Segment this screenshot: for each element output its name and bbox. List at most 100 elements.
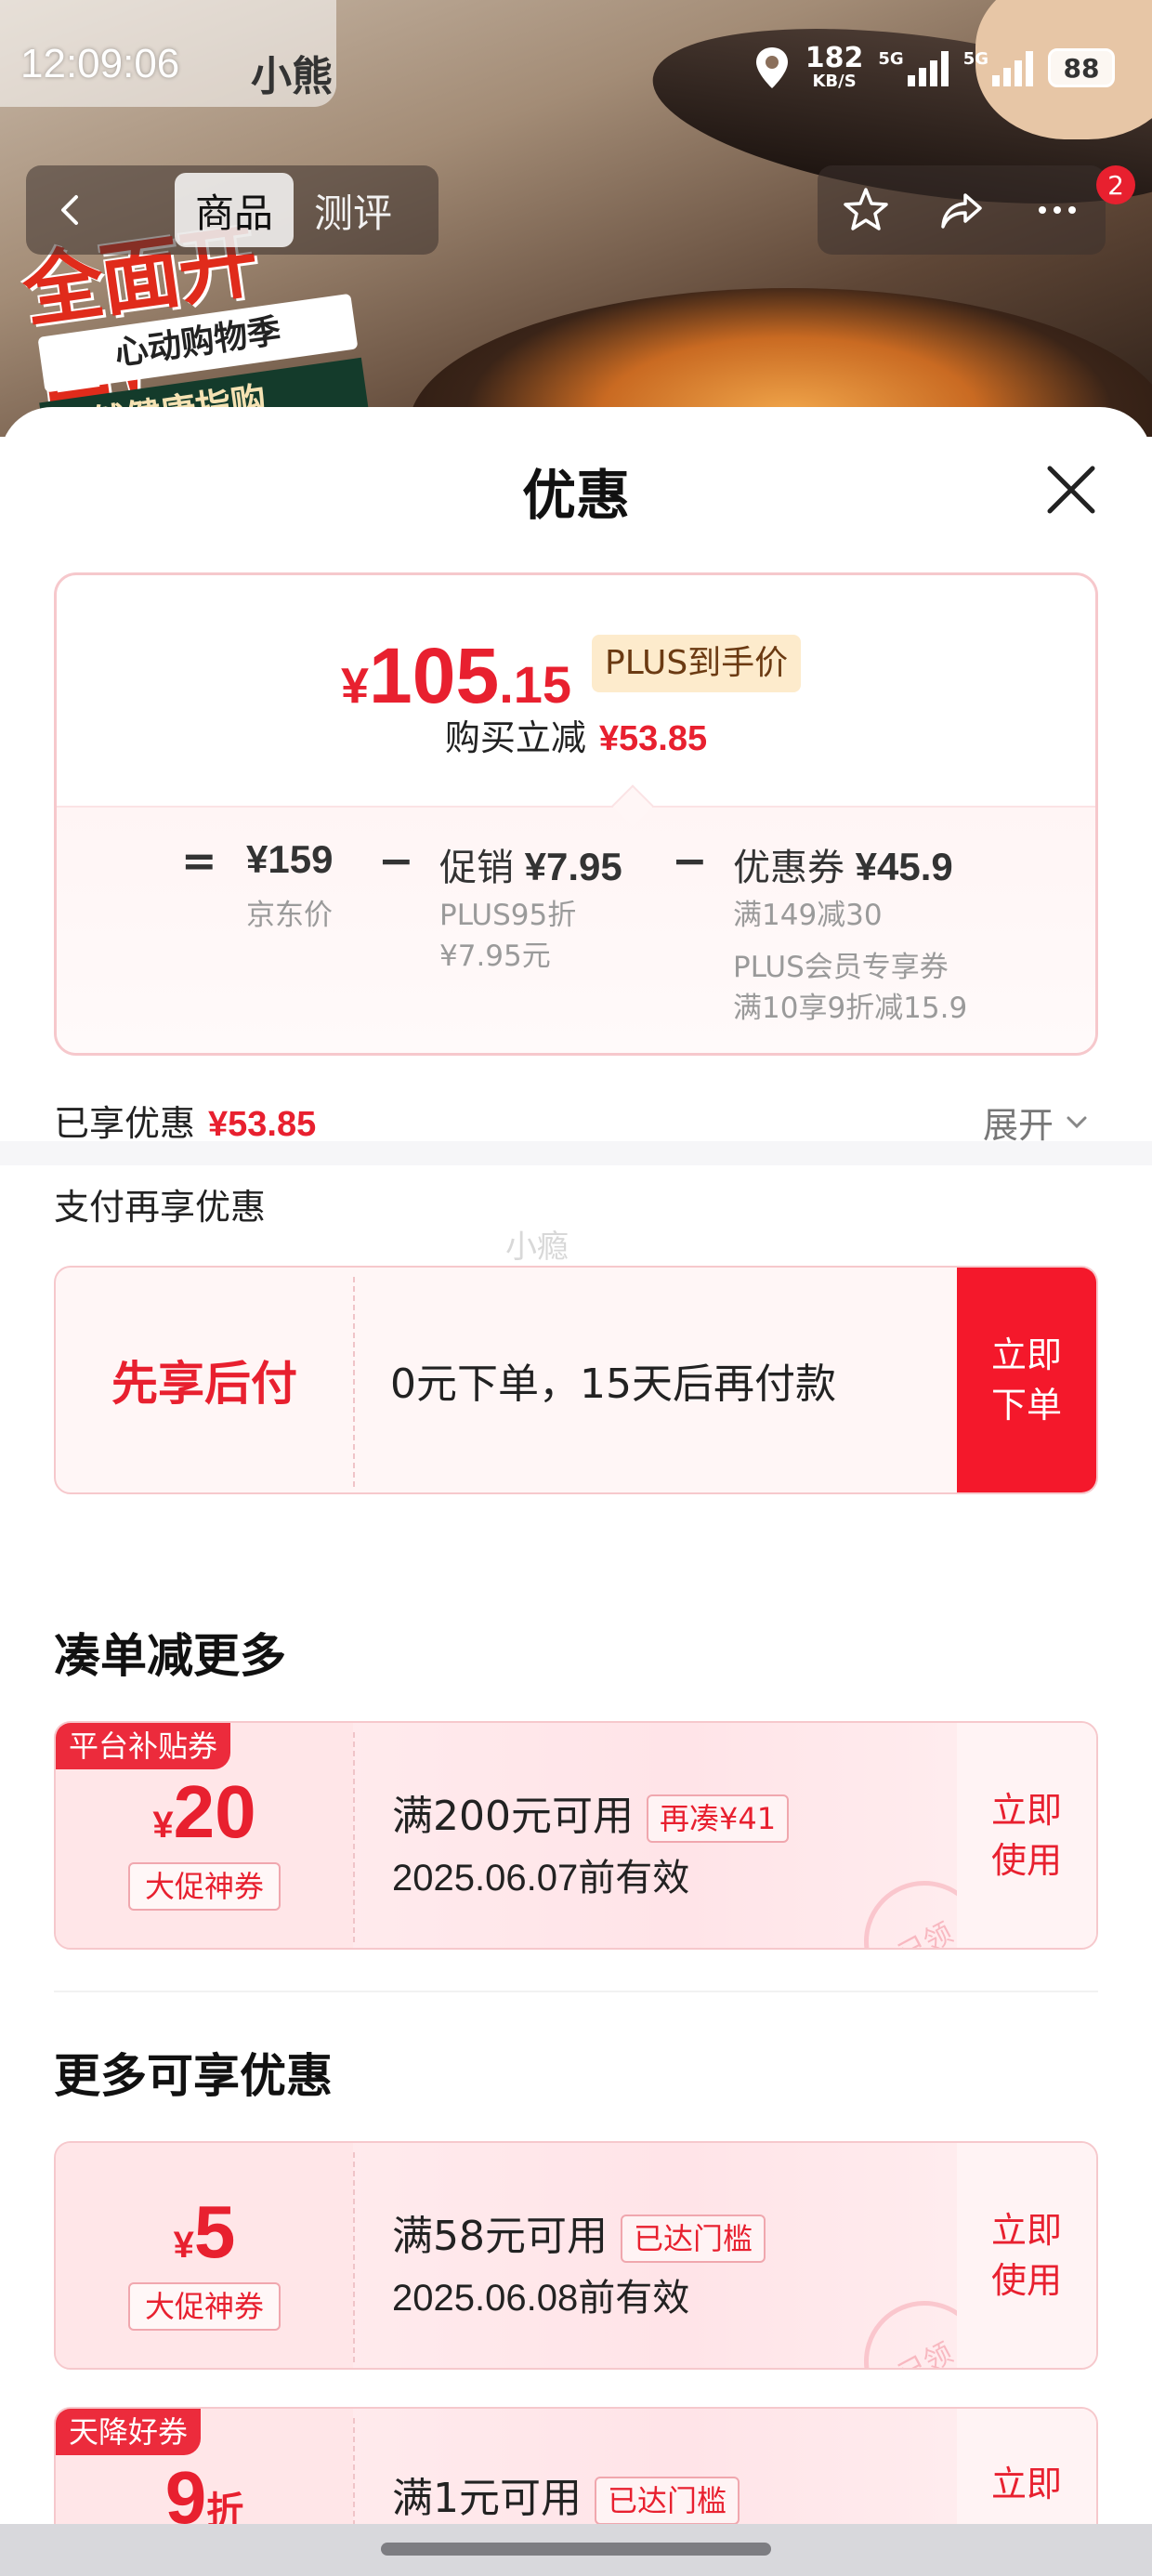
more-icon[interactable]: [1031, 184, 1083, 236]
chevron-down-icon: [1067, 1116, 1087, 1128]
coupon-value: 5: [193, 2190, 236, 2273]
expand-button[interactable]: 展开: [983, 1097, 1091, 1148]
home-indicator[interactable]: [381, 2543, 771, 2556]
instant-discount: 购买立减 ¥53.85: [57, 709, 1095, 760]
price-decimal: .15: [499, 655, 572, 714]
jd-price-label: 京东价: [246, 899, 333, 932]
battery-icon: 88: [1048, 48, 1115, 87]
order-now-line2: 下单: [990, 1385, 1062, 1426]
price-breakdown-card: ¥105.15 PLUS到手价 购买立减 ¥53.85 = ¥159 京东价 − …: [54, 572, 1098, 1056]
star-icon[interactable]: [840, 184, 892, 236]
use-now-button[interactable]: 立即 使用: [957, 2143, 1096, 2368]
plus-price-tag: PLUS到手价: [592, 635, 802, 692]
currency-symbol: ¥: [341, 658, 370, 714]
coupon-expiry: 2025.06.07前有效: [392, 1858, 690, 1899]
coupon-condition: 满200元可用 再凑¥41: [392, 1782, 790, 1843]
tab-product[interactable]: 商品: [175, 173, 295, 247]
net-type-1: 5G: [878, 49, 904, 69]
promo-discount: 促销 ¥7.95: [439, 837, 622, 891]
status-bar: 12:09:06 小熊 182 KB/S 5G 5G 88: [0, 0, 1152, 139]
coupon-condition: 满1元可用 已达门槛: [392, 2464, 740, 2525]
coupon-currency: ¥: [152, 1805, 174, 1846]
coupon-expiry: 2025.06.08前有效: [392, 2278, 690, 2319]
coupon-amount: ¥5: [56, 2189, 353, 2275]
instant-discount-amount: ¥53.85: [598, 719, 708, 758]
expand-label: 展开: [983, 1105, 1054, 1146]
signal-5g-2: 5G: [963, 49, 1033, 86]
status-time: 12:09:06: [20, 41, 180, 86]
pay-later-title: 先享后付: [111, 1357, 297, 1411]
use-now-button[interactable]: 立即 使用: [957, 1723, 1096, 1948]
use-now-line1: 立即: [990, 2464, 1062, 2504]
top-actions: [818, 165, 1106, 255]
use-now-line2: 使用: [990, 1840, 1062, 1881]
dashed-divider: [353, 1277, 355, 1487]
use-now-line1: 立即: [990, 1790, 1062, 1831]
coupon-type: 大促神券: [128, 1862, 281, 1911]
promo-detail-2: ¥7.95元: [439, 940, 551, 973]
order-now-line1: 立即: [990, 1334, 1062, 1375]
section-divider: [0, 1141, 1152, 1165]
dashed-divider: [353, 2152, 355, 2362]
coupon-tag: 天降好券: [56, 2409, 202, 2455]
product-tabs: 商品 测评: [115, 165, 439, 255]
chevron-left-icon: [61, 195, 78, 225]
coupon-label: 优惠券: [733, 847, 844, 889]
close-icon[interactable]: [1041, 459, 1102, 520]
share-icon[interactable]: [936, 184, 988, 236]
coupon-condition-text: 满200元可用: [392, 1793, 634, 1840]
final-price-area: ¥105.15 PLUS到手价 购买立减 ¥53.85: [57, 575, 1095, 806]
network-speed-value: 182: [805, 42, 864, 74]
divider-line: [54, 1991, 1098, 1992]
network-speed-unit: KB/S: [812, 72, 857, 91]
enjoyed-amount: ¥53.85: [208, 1105, 317, 1144]
coupon-chip: 已达门槛: [621, 2215, 766, 2263]
location-icon: [755, 47, 788, 88]
coupon-condition: 满58元可用 已达门槛: [392, 2202, 766, 2263]
instant-discount-label: 购买立减: [444, 717, 586, 758]
signal-5g-1: 5G: [878, 49, 949, 86]
coupon-card[interactable]: ¥5 大促神券 满58元可用 已达门槛 2025.06.08前有效 已领 立即 使用: [54, 2141, 1098, 2370]
order-now-button[interactable]: 立即 下单: [957, 1268, 1096, 1492]
notification-badge: 2: [1096, 165, 1135, 204]
promo-detail-1: PLUS95折: [439, 899, 577, 932]
back-button[interactable]: [26, 165, 115, 255]
section-more-available: 更多可享优惠: [54, 2049, 333, 2103]
coupon-tag: 平台补贴券: [56, 1723, 231, 1769]
app-name: 小熊: [251, 53, 333, 100]
coupon-condition-text: 满58元可用: [392, 2213, 608, 2260]
coupon-detail-3: 满10享9折减15.9: [733, 992, 968, 1025]
section-more-discount: 凑单减更多: [54, 1629, 286, 1683]
pay-later-desc: 0元下单，15天后再付款: [390, 1360, 836, 1408]
network-speed: 182 KB/S: [805, 45, 864, 91]
coupon-chip: 再凑¥41: [646, 1794, 790, 1843]
minus-sign: −: [378, 835, 414, 886]
coupon-amount: ¥45.9: [855, 845, 953, 888]
promo-label: 促销: [439, 847, 514, 889]
equals-sign: =: [181, 835, 217, 886]
coupon-card[interactable]: 平台补贴券 ¥20 大促神券 满200元可用 再凑¥41 2025.06.07前有…: [54, 1721, 1098, 1950]
use-now-line1: 立即: [990, 2210, 1062, 2251]
coupon-condition-text: 满1元可用: [392, 2475, 582, 2522]
coupon-currency: ¥: [173, 2225, 194, 2266]
enjoyed-label: 已享优惠: [54, 1103, 196, 1144]
net-type-2: 5G: [962, 49, 988, 69]
tab-review[interactable]: 测评: [294, 173, 412, 247]
pay-later-card[interactable]: 先享后付 0元下单，15天后再付款 立即下单: [54, 1266, 1098, 1494]
price-integer: 105: [369, 632, 500, 719]
coupon-discount: 优惠券 ¥45.9: [733, 837, 953, 891]
use-now-line2: 使用: [990, 2260, 1062, 2301]
status-icons: 182 KB/S 5G 5G 88: [753, 35, 1115, 100]
coupon-type: 大促神券: [128, 2282, 281, 2331]
minus-sign: −: [672, 835, 708, 886]
coupon-detail-2: PLUS会员专享券: [733, 951, 949, 984]
coupon-detail-1: 满149减30: [733, 899, 883, 932]
pay-section-title: 支付再享优惠: [54, 1187, 267, 1228]
signal-bars-icon: [907, 49, 949, 86]
final-price: ¥105.15: [341, 631, 571, 721]
coupon-amount: ¥20: [56, 1769, 353, 1855]
coupon-value: 20: [173, 1770, 256, 1853]
jd-price: ¥159: [246, 837, 334, 881]
price-formula: = ¥159 京东价 − 促销 ¥7.95 PLUS95折 ¥7.95元 − 优…: [57, 784, 1095, 1053]
watermark-text: 小瘾: [505, 1229, 569, 1266]
